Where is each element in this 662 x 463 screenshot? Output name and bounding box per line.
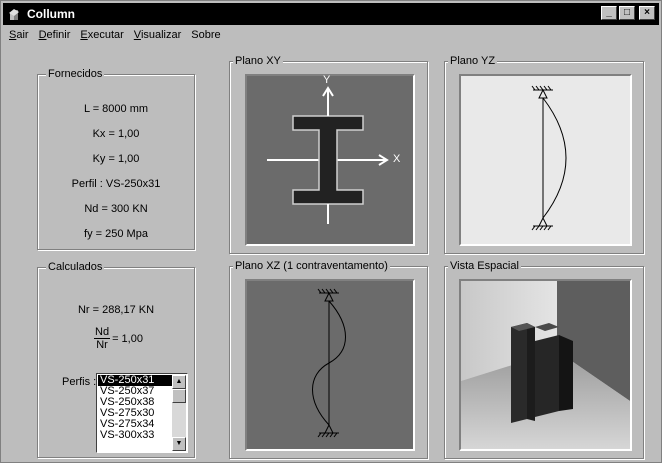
axis-y-label: Y — [323, 74, 331, 86]
list-item[interactable]: VS-300x33 — [98, 430, 172, 441]
plano-xz-group: Plano XZ (1 contraventamento) — [229, 260, 428, 459]
window-controls: _ □ × — [601, 6, 655, 20]
spatial-3d-render — [461, 281, 630, 449]
window-title: Collumn — [27, 7, 75, 21]
vista-espacial-title: Vista Espacial — [448, 260, 521, 272]
ratio-numerator: Nd — [94, 326, 111, 339]
app-icon — [7, 6, 23, 22]
plano-yz-view — [459, 74, 632, 246]
menu-bar: Sair Definir Executar Visualizar Sobre — [3, 26, 659, 44]
vista-espacial-view — [459, 279, 632, 451]
maximize-button[interactable]: □ — [619, 6, 635, 20]
listbox-scrollbar[interactable]: ▲ ▼ — [172, 375, 186, 451]
calculados-title: Calculados — [46, 261, 105, 273]
i-section-drawing — [267, 86, 389, 224]
axis-x-label: X — [393, 153, 401, 165]
plano-xy-view: Y X — [245, 74, 415, 246]
ratio-formula: Nd Nr = 1,00 — [94, 326, 143, 351]
nr-value: Nr = 288,17 KN — [77, 304, 155, 316]
plano-xy-title: Plano XY — [233, 55, 283, 67]
perfis-list: VS-250x31 VS-250x37 VS-250x38 VS-275x30 … — [98, 375, 172, 441]
perfis-listbox[interactable]: VS-250x31 VS-250x37 VS-250x38 VS-275x30 … — [96, 373, 188, 453]
menu-visualizar[interactable]: Visualizar — [134, 29, 182, 41]
kx-value: Kx = 1,00 — [92, 128, 140, 140]
vista-espacial-group: Vista Espacial — [444, 260, 644, 459]
menu-sobre[interactable]: Sobre — [191, 29, 220, 41]
scroll-up-button[interactable]: ▲ — [172, 375, 186, 389]
nd-value: Nd = 300 KN — [84, 203, 148, 215]
menu-sair[interactable]: Sair — [9, 29, 29, 41]
calculados-group: Calculados Nr = 288,17 KN Nd Nr = 1,00 P… — [37, 261, 195, 458]
xz-buckling-drawing — [312, 288, 346, 438]
scroll-down-button[interactable]: ▼ — [172, 437, 186, 451]
plano-yz-title: Plano YZ — [448, 55, 498, 67]
close-button[interactable]: × — [639, 6, 655, 20]
perfil-value: Perfil : VS-250x31 — [71, 178, 161, 190]
ratio-value: = 1,00 — [112, 332, 143, 345]
ratio-denominator: Nr — [96, 339, 108, 351]
perfis-label: Perfis : — [62, 376, 97, 388]
menu-executar[interactable]: Executar — [80, 29, 123, 41]
app-window: Collumn _ □ × Sair Definir Executar Visu… — [0, 0, 662, 463]
plano-xy-group: Plano XY Y X — [229, 55, 428, 254]
ky-value: Ky = 1,00 — [92, 153, 140, 165]
fornecidos-title: Fornecidos — [46, 68, 105, 80]
length-value: L = 8000 mm — [83, 103, 149, 115]
plano-xz-title: Plano XZ (1 contraventamento) — [233, 260, 390, 272]
title-bar[interactable]: Collumn _ □ × — [3, 3, 659, 25]
plano-yz-group: Plano YZ — [444, 55, 644, 254]
yz-buckling-drawing — [531, 85, 567, 231]
minimize-button[interactable]: _ — [601, 6, 617, 20]
menu-definir[interactable]: Definir — [39, 29, 71, 41]
plano-xz-view — [245, 279, 415, 451]
fornecidos-group: Fornecidos L = 8000 mm Kx = 1,00 Ky = 1,… — [37, 68, 195, 250]
scroll-thumb[interactable] — [172, 389, 186, 403]
fy-value: fy = 250 Mpa — [84, 228, 148, 240]
